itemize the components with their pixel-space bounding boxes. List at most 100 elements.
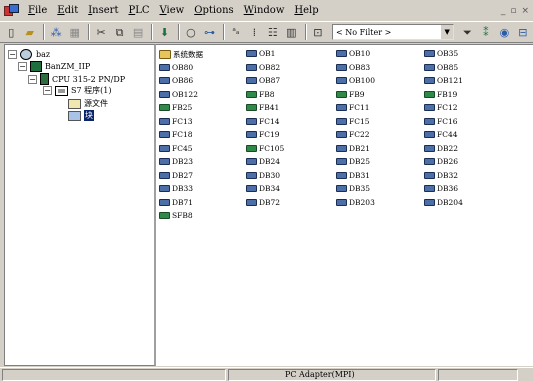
minimize-icon[interactable]: _ (501, 6, 506, 16)
block-item[interactable]: DB23 (159, 157, 193, 166)
block-label: OB100 (349, 76, 375, 85)
new-button[interactable]: ▯ (3, 24, 19, 41)
block-item[interactable]: FB19 (424, 90, 457, 99)
collapse-icon[interactable]: − (43, 86, 52, 95)
restore-icon[interactable]: ▫ (510, 6, 516, 16)
block-item[interactable]: DB22 (424, 144, 458, 153)
up-level-button[interactable]: ⊡ (310, 24, 326, 41)
small-icons-button[interactable]: ⁞ (246, 24, 262, 41)
offline-button[interactable]: ⊶ (201, 24, 217, 41)
menu-edit[interactable]: Edit (52, 5, 83, 16)
block-item[interactable]: OB122 (159, 90, 198, 99)
menu-view[interactable]: View (155, 5, 190, 16)
menu-insert[interactable]: Insert (83, 5, 123, 16)
open-button[interactable]: ▰ (21, 24, 37, 41)
block-icon (159, 117, 170, 125)
tree-node-station[interactable]: − BanZM_IIP (18, 61, 90, 72)
block-item[interactable]: OB121 (424, 76, 463, 85)
tree-node-cpu[interactable]: − CPU 315-2 PN/DP (28, 73, 125, 85)
block-item[interactable]: FC105 (246, 144, 284, 153)
filter-select[interactable]: < No Filter > ▼ (332, 24, 455, 40)
block-item[interactable]: FB8 (246, 90, 275, 99)
block-item[interactable]: FC16 (424, 117, 458, 126)
online-button[interactable]: ○ (183, 24, 199, 41)
block-item[interactable]: DB33 (159, 184, 193, 193)
copy-icon: ⧉ (115, 25, 124, 39)
block-item[interactable]: DB24 (246, 157, 280, 166)
block-item[interactable]: OB86 (159, 76, 193, 85)
tree-node-project[interactable]: − baz (8, 49, 50, 60)
paste-button[interactable]: ▤ (130, 24, 146, 41)
block-item[interactable]: DB71 (159, 198, 193, 207)
netpro-button[interactable]: ⁑ (478, 24, 494, 41)
block-item[interactable]: OB80 (159, 63, 193, 72)
block-item[interactable]: DB30 (246, 171, 280, 180)
tree-node-blocks[interactable]: 块 (68, 110, 94, 121)
collapse-icon[interactable]: − (28, 74, 37, 84)
tree-node-s7-program[interactable]: − S7 程序(1) (43, 85, 111, 96)
block-item[interactable]: FC13 (159, 117, 193, 126)
block-item[interactable]: DB34 (246, 184, 280, 193)
block-item[interactable]: DB25 (336, 157, 370, 166)
status-bar: PC Adapter(MPI) (0, 367, 533, 381)
filter-button[interactable]: ⏷ (459, 24, 475, 41)
block-item[interactable]: 系统数据 (159, 49, 203, 60)
block-item[interactable]: OB85 (424, 63, 458, 72)
collapse-icon[interactable]: − (18, 62, 27, 71)
block-item[interactable]: FC12 (424, 103, 458, 112)
block-item[interactable]: DB27 (159, 171, 193, 180)
simulation-button[interactable]: ◉ (496, 24, 512, 41)
close-icon[interactable]: × (521, 6, 529, 16)
block-item[interactable]: OB35 (424, 49, 458, 58)
list-view-button[interactable]: ☷ (265, 24, 281, 41)
menu-help[interactable]: Help (289, 5, 323, 16)
block-item[interactable]: DB31 (336, 171, 370, 180)
details-view-button[interactable]: ▥ (283, 24, 299, 41)
download-button[interactable]: ⬇ (156, 24, 172, 41)
block-item[interactable]: DB203 (336, 198, 375, 207)
block-label: FC13 (172, 116, 193, 126)
collapse-icon[interactable]: − (8, 50, 17, 59)
copy-button[interactable]: ⧉ (111, 24, 127, 41)
block-item[interactable]: FC15 (336, 117, 370, 126)
block-item[interactable]: DB204 (424, 198, 463, 207)
block-item[interactable]: OB87 (246, 76, 280, 85)
block-item[interactable]: FC11 (336, 103, 370, 112)
block-item[interactable]: FC19 (246, 130, 280, 139)
block-item[interactable]: FB25 (159, 103, 192, 112)
large-icons-button[interactable]: ᵃₐ (228, 24, 244, 41)
cut-button[interactable]: ✂ (93, 24, 109, 41)
help-button[interactable]: ⊟ (515, 24, 531, 41)
block-item[interactable]: DB36 (424, 184, 458, 193)
block-item[interactable]: DB26 (424, 157, 458, 166)
block-item[interactable]: OB1 (246, 49, 275, 58)
tree-node-sources[interactable]: 源文件 (68, 98, 108, 109)
block-item[interactable]: OB100 (336, 76, 375, 85)
block-item[interactable]: FC14 (246, 117, 280, 126)
accessible-nodes-button[interactable]: ⁂ (48, 24, 64, 41)
memory-card-button[interactable]: ▦ (66, 24, 82, 41)
project-tree[interactable]: − baz − BanZM_IIP − CPU 315-2 PN/DP − S7… (4, 44, 156, 366)
block-item[interactable]: OB83 (336, 63, 370, 72)
menu-file[interactable]: File (23, 5, 52, 16)
block-item[interactable]: FC44 (424, 130, 458, 139)
menu-options[interactable]: Options (189, 5, 238, 16)
block-item[interactable]: FB41 (246, 103, 279, 112)
block-label: OB83 (349, 62, 371, 72)
menu-plc[interactable]: PLC (123, 5, 154, 16)
block-item[interactable]: DB72 (246, 198, 280, 207)
block-item[interactable]: FC45 (159, 144, 193, 153)
block-item[interactable]: DB35 (336, 184, 370, 193)
block-list[interactable]: 系统数据 OB1 OB10 OB35 OB80 OB82 OB83 OB85 OB86 OB87 O… (156, 44, 533, 366)
block-item[interactable]: FC22 (336, 130, 370, 139)
menu-window[interactable]: Window (239, 5, 290, 16)
block-item[interactable]: OB10 (336, 49, 370, 58)
chevron-down-icon[interactable]: ▼ (440, 25, 454, 39)
block-item[interactable]: SFB8 (159, 211, 193, 220)
block-item[interactable]: OB82 (246, 63, 280, 72)
block-item[interactable]: FC18 (159, 130, 193, 139)
block-item[interactable]: DB21 (336, 144, 370, 153)
block-item[interactable]: DB32 (424, 171, 458, 180)
block-label: FC14 (259, 116, 280, 126)
block-item[interactable]: FB9 (336, 90, 365, 99)
